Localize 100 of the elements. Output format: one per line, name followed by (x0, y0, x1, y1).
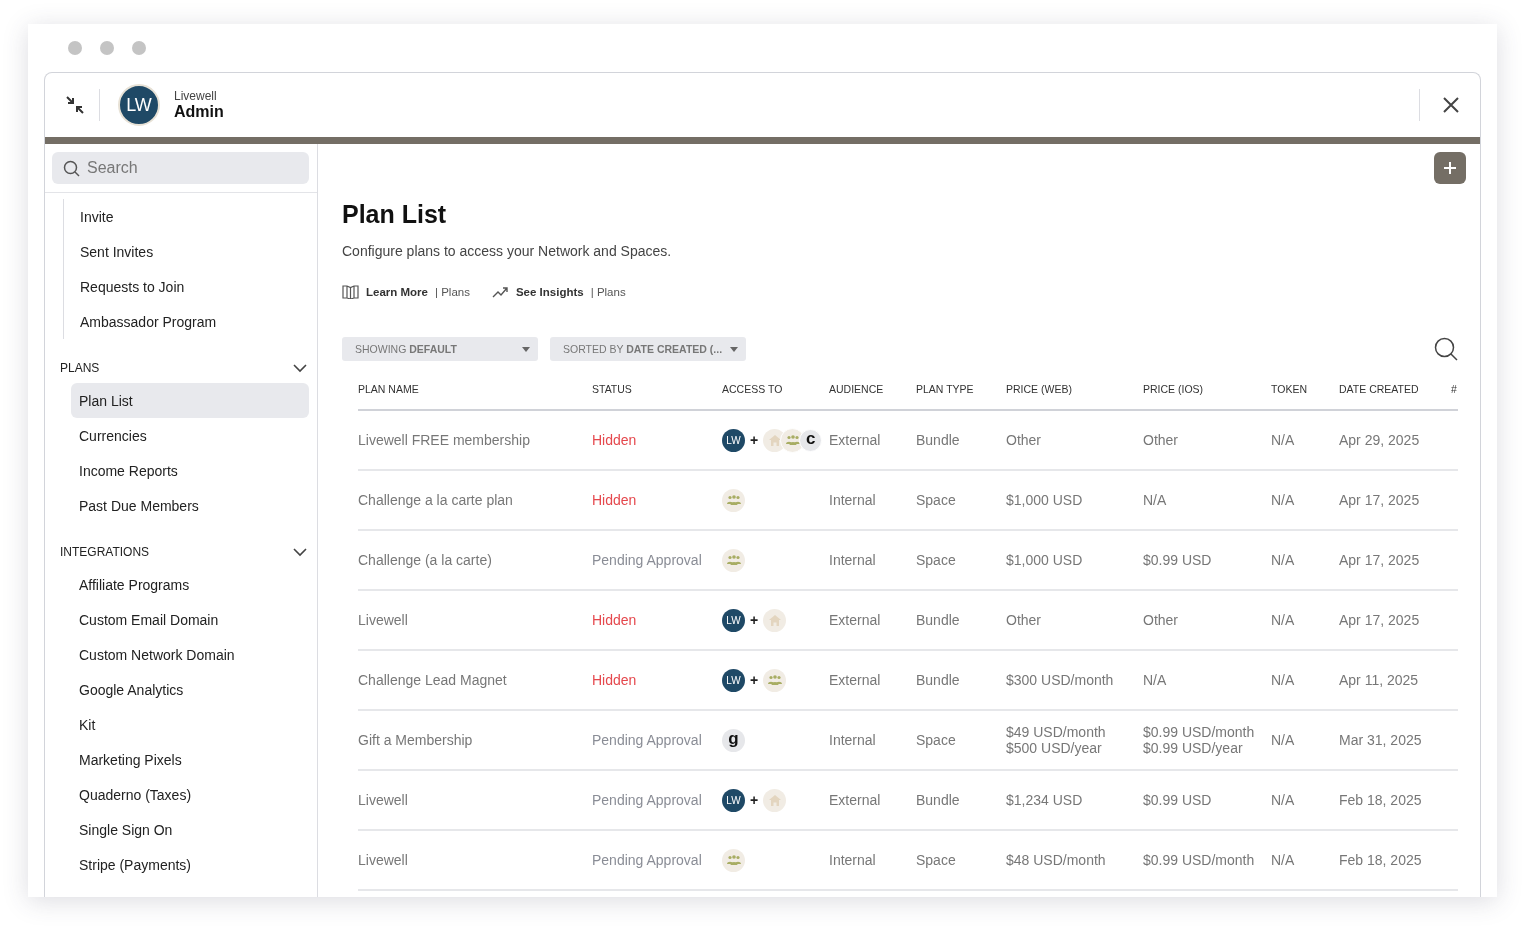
sidebar-item[interactable]: Invite (72, 199, 309, 234)
home-icon (763, 788, 787, 812)
plus-sign: + (750, 432, 759, 448)
sidebar-item[interactable]: Ambassador Program (72, 304, 309, 339)
sidebar-item[interactable]: Currencies (71, 418, 309, 453)
trend-icon (491, 286, 509, 298)
chevron-icon[interactable] (293, 547, 307, 557)
group-icon (763, 668, 787, 692)
book-icon (342, 285, 359, 299)
logo-icon: LW (722, 788, 745, 812)
table-cell: Feb 18, 2025 (1339, 852, 1422, 868)
search-field[interactable]: Search (52, 152, 309, 184)
table-cell: Internal (829, 492, 876, 508)
table-cell: Challenge Lead Magnet (358, 672, 507, 688)
sidebar-item[interactable]: Quaderno (Taxes) (71, 777, 309, 812)
group-icon (722, 848, 745, 872)
window-dot[interactable] (68, 41, 82, 55)
table-cell: Apr 17, 2025 (1339, 612, 1420, 628)
plus-icon (1442, 160, 1458, 176)
column-header: DATE CREATED (1339, 383, 1419, 395)
group-icon (722, 488, 745, 512)
search-icon[interactable] (1434, 337, 1458, 361)
sidebar-item[interactable]: Custom Network Domain (71, 637, 309, 672)
table-cell: Internal (829, 732, 876, 748)
help-link[interactable]: See Insights | Plans (491, 285, 626, 299)
group-icon (722, 548, 745, 572)
section-heading: PLANS (60, 361, 100, 375)
logo-icon: LW (118, 84, 160, 126)
table-cell: Bundle (916, 792, 960, 808)
table-cell: Apr 29, 2025 (1339, 432, 1420, 448)
table-cell: Bundle (916, 432, 960, 448)
sidebar-item[interactable]: Income Reports (71, 453, 309, 488)
logo-icon: LW (722, 668, 745, 692)
window-dot[interactable] (100, 41, 114, 55)
table-cell: Apr 17, 2025 (1339, 552, 1420, 568)
column-header: ACCESS TO (722, 383, 783, 395)
table-cell: $1,234 USD (1006, 792, 1083, 808)
sidebar-item[interactable]: Custom Email Domain (71, 602, 309, 637)
caret-icon (522, 346, 530, 352)
status-text: Pending Approval (592, 852, 702, 868)
sidebar-item[interactable]: Plan List (71, 383, 309, 418)
table-cell: $0.99 USD/month $0.99 USD/year (1143, 724, 1255, 756)
table-cell: Livewell (358, 792, 408, 808)
sidebar-item[interactable]: Marketing Pixels (71, 742, 309, 777)
brand-name: Livewell (174, 89, 218, 103)
table-cell: N/A (1271, 852, 1295, 868)
table-cell: Gift a Membership (358, 732, 473, 748)
close-icon[interactable] (1442, 96, 1460, 114)
table-cell: N/A (1271, 432, 1295, 448)
table-cell: Other (1143, 432, 1178, 448)
table-cell: N/A (1271, 612, 1295, 628)
table-cell: Apr 17, 2025 (1339, 492, 1420, 508)
table-cell: Internal (829, 852, 876, 868)
table-cell: Space (916, 852, 956, 868)
table-cell: $1,000 USD (1006, 492, 1083, 508)
table-cell: N/A (1143, 672, 1167, 688)
status-text: Hidden (592, 672, 637, 688)
section-heading: INTEGRATIONS (60, 545, 150, 559)
sidebar-item[interactable]: Google Analytics (71, 672, 309, 707)
letter-avatar: g (722, 728, 745, 752)
column-header: AUDIENCE (829, 383, 884, 395)
table-cell: Other (1006, 432, 1041, 448)
sidebar-item[interactable]: Past Due Members (71, 488, 309, 523)
add-button[interactable] (1434, 152, 1466, 184)
window-dot[interactable] (132, 41, 146, 55)
filter-dropdown[interactable]: SHOWING DEFAULT (342, 337, 538, 361)
filter-dropdown[interactable]: SORTED BY DATE CREATED (... (550, 337, 746, 361)
sidebar-item[interactable]: Requests to Join (72, 269, 309, 304)
table-cell: $0.99 USD (1143, 552, 1212, 568)
sidebar-item[interactable]: Sent Invites (72, 234, 309, 269)
table-cell: Apr 11, 2025 (1339, 672, 1419, 688)
table-cell: N/A (1271, 672, 1295, 688)
status-text: Pending Approval (592, 552, 702, 568)
sidebar-item[interactable]: Stripe (Payments) (71, 847, 309, 882)
plus-sign: + (750, 612, 759, 628)
column-header: PRICE (WEB) (1006, 383, 1072, 395)
status-text: Pending Approval (592, 792, 702, 808)
table-cell: Livewell FREE membership (358, 432, 530, 448)
collapse-icon[interactable] (65, 95, 85, 115)
help-link[interactable]: Learn More | Plans (342, 285, 470, 299)
table-cell: Challenge (a la carte) (358, 552, 492, 568)
table-cell: External (829, 612, 881, 628)
chevron-icon[interactable] (293, 363, 307, 373)
table-cell: N/A (1271, 492, 1295, 508)
table-cell: N/A (1271, 552, 1295, 568)
column-header: PLAN NAME (358, 383, 419, 395)
table-cell: $49 USD/month $500 USD/year (1006, 724, 1106, 756)
search-icon (63, 160, 80, 177)
table-cell: Feb 18, 2025 (1339, 792, 1422, 808)
sidebar-item[interactable]: Kit (71, 707, 309, 742)
logo-icon: LW (722, 608, 745, 632)
page-title: Plan List (342, 200, 448, 229)
table-cell: Internal (829, 552, 876, 568)
sidebar-item[interactable]: Single Sign On (71, 812, 309, 847)
table-cell: $48 USD/month (1006, 852, 1106, 868)
status-text: Pending Approval (592, 732, 702, 748)
sidebar-item[interactable]: Affiliate Programs (71, 567, 309, 602)
table-cell: $0.99 USD (1143, 792, 1212, 808)
table-cell: $300 USD/month (1006, 672, 1114, 688)
status-text: Hidden (592, 492, 637, 508)
